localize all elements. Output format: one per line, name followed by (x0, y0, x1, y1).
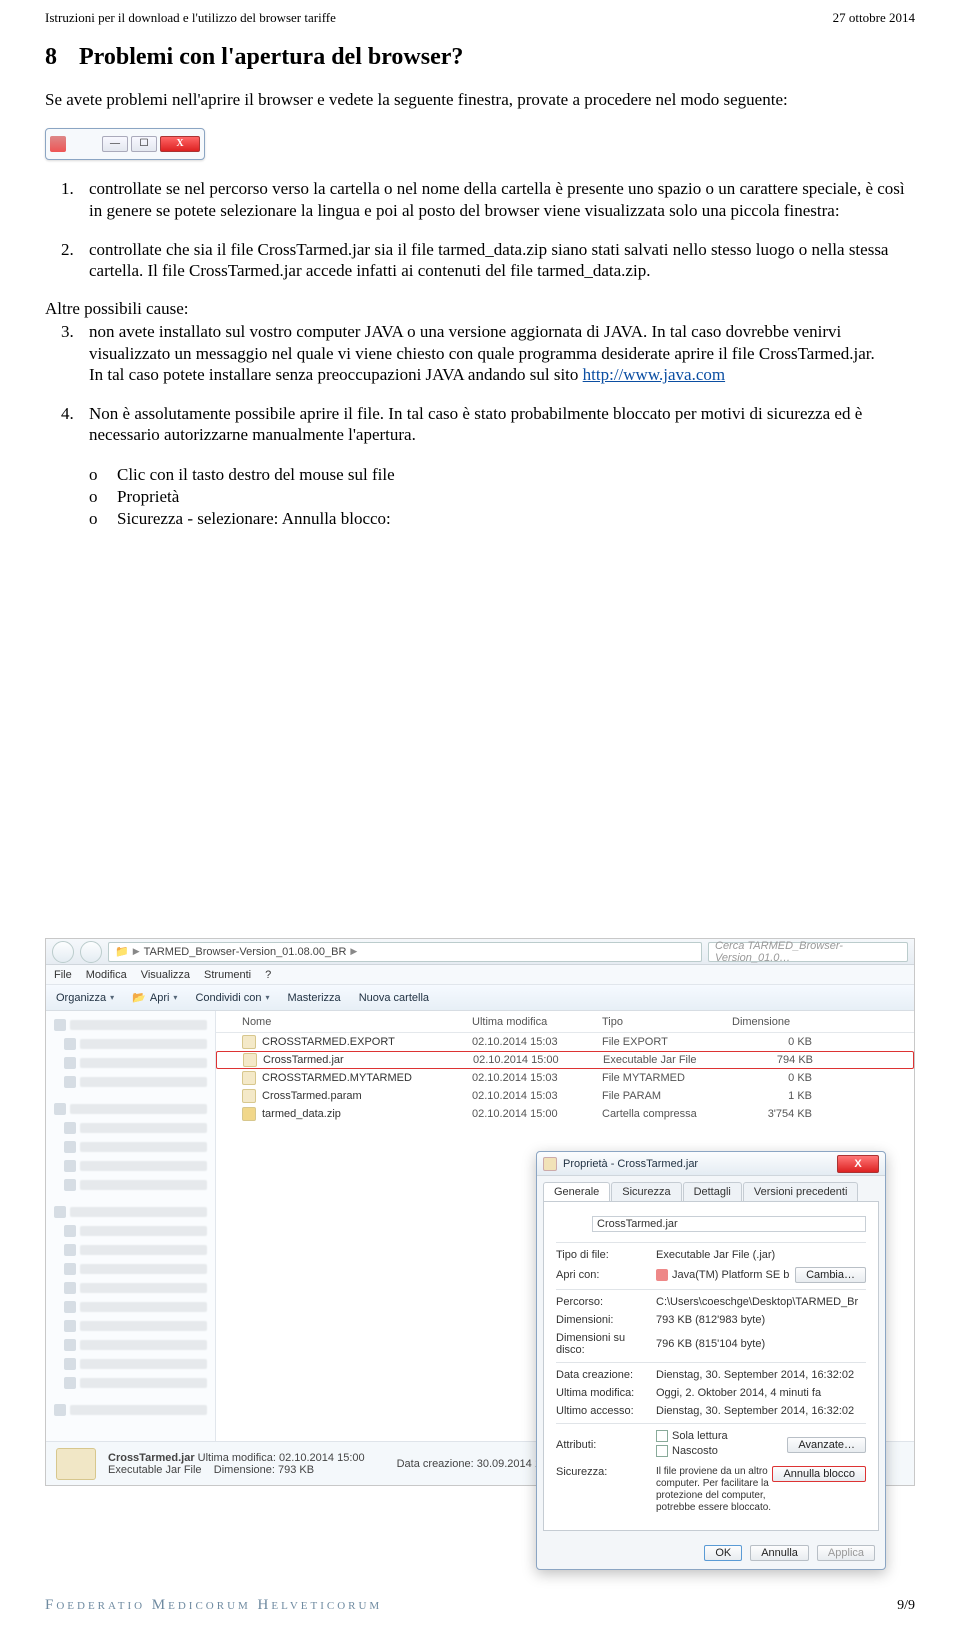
menu-edit[interactable]: Modifica (86, 969, 127, 981)
menu-view[interactable]: Visualizza (141, 969, 190, 981)
java-icon (50, 136, 66, 152)
sub-item-1: Clic con il tasto destro del mouse sul f… (117, 464, 915, 486)
close-button[interactable]: X (160, 136, 200, 152)
folder-icon: 📁 (115, 945, 129, 958)
list-item-1: 1.controllate se nel percorso verso la c… (89, 178, 915, 221)
nav-back-button[interactable] (52, 941, 74, 963)
list-item-4: 4.Non è assolutamente possibile aprire i… (89, 403, 915, 446)
toolbar: Organizza ▾ 📂 Apri ▾ Condividi con ▾ Mas… (46, 985, 914, 1011)
header-right: 27 ottobre 2014 (833, 10, 915, 26)
file-icon (543, 1157, 557, 1171)
cancel-button[interactable]: Annulla (750, 1545, 809, 1561)
burn-button[interactable]: Masterizza (288, 992, 341, 1004)
nav-forward-button[interactable] (80, 941, 102, 963)
change-button[interactable]: Cambia… (795, 1267, 866, 1283)
advanced-button[interactable]: Avanzate… (787, 1437, 866, 1453)
menu-bar[interactable]: File Modifica Visualizza Strumenti ? (46, 965, 914, 985)
organize-button[interactable]: Organizza ▾ (56, 992, 114, 1004)
ok-button[interactable]: OK (704, 1545, 742, 1561)
unblock-button[interactable]: Annulla blocco (772, 1466, 866, 1482)
explorer-window: 📁▶ TARMED_Browser-Version_01.08.00_BR▶ C… (45, 938, 915, 1486)
tab-versions[interactable]: Versioni precedenti (743, 1182, 859, 1201)
readonly-checkbox[interactable]: Sola lettura (656, 1430, 728, 1442)
table-row[interactable]: CROSSTARMED.EXPORT02.10.2014 15:03File E… (216, 1033, 914, 1051)
address-bar[interactable]: 📁▶ TARMED_Browser-Version_01.08.00_BR▶ (108, 942, 702, 962)
file-list: CROSSTARMED.EXPORT02.10.2014 15:03File E… (216, 1033, 914, 1123)
maximize-button[interactable]: ☐ (131, 136, 157, 152)
filename-input[interactable]: CrossTarmed.jar (592, 1216, 866, 1232)
intro-paragraph: Se avete problemi nell'aprire il browser… (45, 89, 915, 110)
file-icon (556, 1212, 580, 1236)
list-item-2: 2.controllate che sia il file CrossTarme… (89, 239, 915, 282)
tab-security[interactable]: Sicurezza (611, 1182, 681, 1201)
properties-dialog: Proprietà - CrossTarmed.jar X Generale S… (536, 1151, 886, 1570)
section-heading: 8 Problemi con l'apertura del browser? (45, 44, 915, 71)
share-button[interactable]: Condividi con ▾ (195, 992, 269, 1004)
file-thumbnail-icon (56, 1448, 96, 1480)
list-item-3: 3. non avete installato sul vostro compu… (89, 321, 915, 385)
other-causes-heading: Altre possibili cause: (45, 299, 915, 319)
java-link[interactable]: http://www.java.com (583, 365, 725, 384)
menu-file[interactable]: File (54, 969, 72, 981)
page-number: 9/9 (897, 1598, 915, 1614)
close-icon[interactable]: X (837, 1155, 879, 1173)
tab-details[interactable]: Dettagli (683, 1182, 742, 1201)
table-row[interactable]: CrossTarmed.param02.10.2014 15:03File PA… (216, 1087, 914, 1105)
tab-general[interactable]: Generale (543, 1182, 610, 1201)
apply-button[interactable]: Applica (817, 1545, 875, 1561)
menu-tools[interactable]: Strumenti (204, 969, 251, 981)
table-row[interactable]: tarmed_data.zip02.10.2014 15:00Cartella … (216, 1105, 914, 1123)
dialog-title: Proprietà - CrossTarmed.jar (563, 1158, 837, 1170)
sub-item-3: Sicurezza - selezionare: Annulla blocco: (117, 508, 915, 530)
menu-help[interactable]: ? (265, 969, 271, 981)
open-button[interactable]: 📂 Apri ▾ (132, 991, 177, 1004)
minimize-button[interactable]: — (102, 136, 128, 152)
sub-item-2: Proprietà (117, 486, 915, 508)
column-headers[interactable]: Nome Ultima modifica Tipo Dimensione (216, 1011, 914, 1033)
sidebar[interactable] (46, 1011, 216, 1441)
section-title: Problemi con l'apertura del browser? (79, 44, 463, 70)
hidden-checkbox[interactable]: Nascosto (656, 1445, 718, 1457)
table-row[interactable]: CROSSTARMED.MYTARMED02.10.2014 15:03File… (216, 1069, 914, 1087)
table-row-highlighted[interactable]: CrossTarmed.jar02.10.2014 15:00Executabl… (216, 1051, 914, 1069)
header-left: Istruzioni per il download e l'utilizzo … (45, 10, 336, 26)
java-icon (656, 1269, 668, 1281)
section-number: 8 (45, 44, 73, 71)
java-empty-window: — ☐ X (45, 128, 915, 160)
search-input[interactable]: Cerca TARMED_Browser-Version_01.0… (708, 942, 908, 962)
footer-org: Foederatio Medicorum Helveticorum (45, 1597, 382, 1614)
new-folder-button[interactable]: Nuova cartella (359, 992, 429, 1004)
